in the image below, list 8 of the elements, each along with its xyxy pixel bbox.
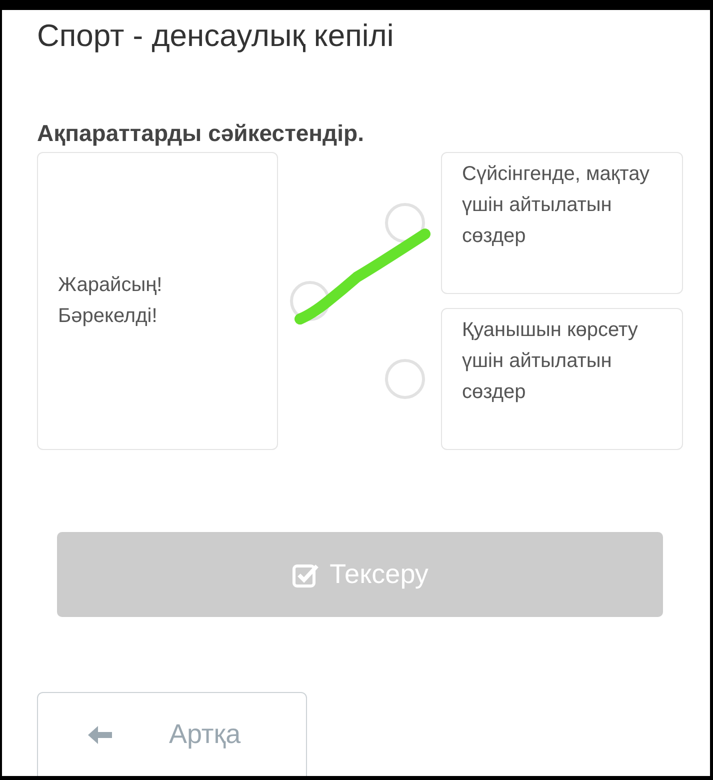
- match-card[interactable]: Жарайсың! Бәрекелді!: [37, 152, 278, 450]
- arrow-left-icon: [86, 724, 114, 746]
- checkbox-icon: [292, 562, 320, 588]
- connector-dot[interactable]: [385, 359, 426, 399]
- page-title: Спорт - денсаулық кепілі: [37, 17, 395, 55]
- match-card[interactable]: Сүйсінгенде, мақтау үшін айтылатын сөздер: [441, 152, 683, 294]
- match-card[interactable]: Қуанышын көрсету үшін айтылатын сөздер: [441, 308, 683, 450]
- instruction-text: Ақпараттарды сәйкестендір.: [37, 119, 365, 148]
